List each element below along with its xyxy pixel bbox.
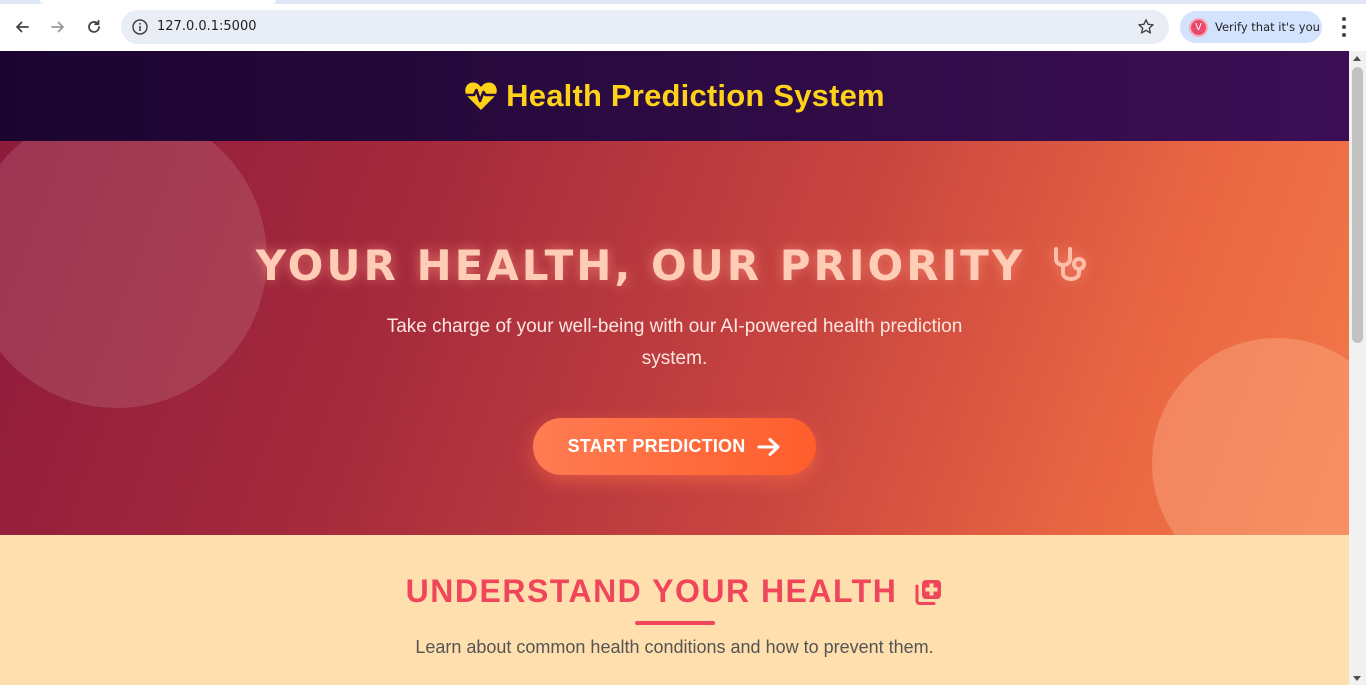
forward-button[interactable] [44,13,72,41]
active-tab[interactable] [40,0,276,4]
hero-section: YOUR HEALTH, OUR PRIORITY Take charge of… [0,141,1349,535]
profile-verify-button[interactable]: V Verify that it's you [1180,11,1322,43]
hero-subtitle-line: Take charge of your well-being with our … [386,316,963,337]
start-prediction-button[interactable]: START PREDICTION [533,418,816,475]
profile-avatar: V [1189,18,1208,37]
scrollbar-thumb[interactable] [1352,67,1363,343]
site-info-icon[interactable] [131,18,149,36]
heart-pulse-icon [464,82,499,110]
brand[interactable]: Health Prediction System [464,78,885,114]
hero-subtitle: Take charge of your well-being with our … [0,311,1349,375]
hero-subtitle-line: system. [641,348,708,369]
medical-copy-icon [915,579,942,605]
scroll-down-icon[interactable] [1353,676,1361,681]
page-scrollbar[interactable] [1349,51,1366,685]
reload-button[interactable] [80,13,108,41]
understand-heading: UNDERSTAND YOUR HEALTH [0,573,1349,610]
tab-strip [0,0,1366,4]
browser-toolbar: 127.0.0.1:5000 V Verify that it's you [0,0,1366,51]
back-arrow-icon [16,21,29,33]
site-title: Health Prediction System [506,78,885,113]
understand-section: UNDERSTAND YOUR HEALTH Learn about commo… [0,535,1349,685]
stethoscope-icon [1054,246,1087,281]
understand-subtitle: Learn about common health conditions and… [415,637,934,657]
back-button[interactable] [8,13,36,41]
bookmark-star-icon[interactable] [1137,18,1155,36]
forward-arrow-icon [51,21,64,33]
reload-icon [88,19,100,33]
site-header: Health Prediction System [0,51,1349,141]
understand-title: UNDERSTAND YOUR HEALTH [405,573,898,609]
title-underline [635,621,715,625]
hero-title: YOUR HEALTH, OUR PRIORITY [255,241,1026,290]
hero-heading: YOUR HEALTH, OUR PRIORITY [0,241,1349,290]
start-prediction-label: START PREDICTION [567,436,746,456]
arrow-right-icon [757,437,780,456]
url-text[interactable]: 127.0.0.1:5000 [157,19,257,34]
scroll-up-icon[interactable] [1353,56,1361,61]
address-bar[interactable]: 127.0.0.1:5000 [121,10,1169,44]
page-viewport: Health Prediction System YOUR HEALTH, OU… [0,51,1349,685]
more-menu-icon[interactable] [1334,15,1354,39]
profile-verify-label: Verify that it's you [1215,20,1320,34]
